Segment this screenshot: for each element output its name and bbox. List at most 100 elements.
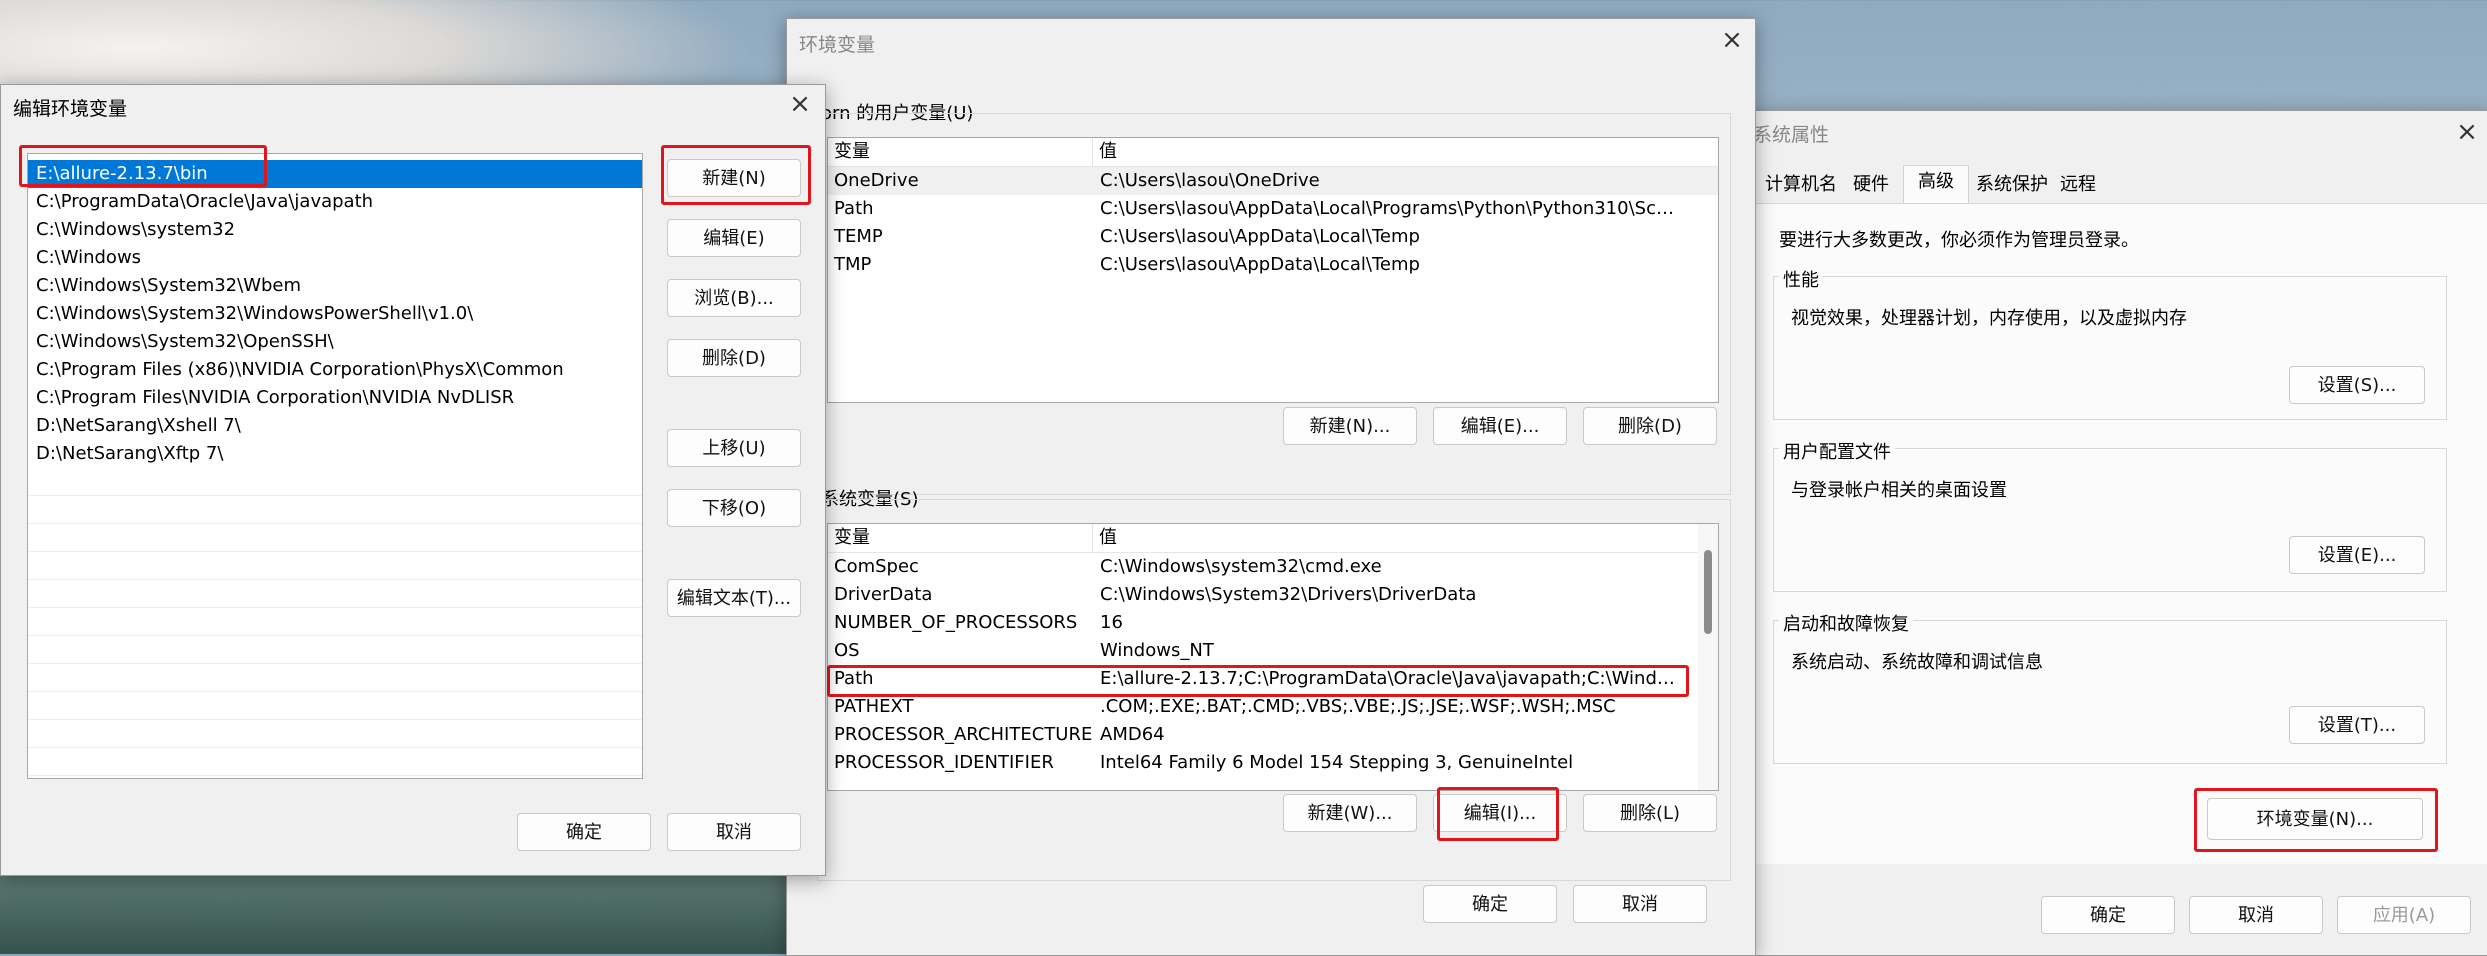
dialog-title: 环境变量 bbox=[799, 34, 876, 56]
variable-value: C:\Users\lasou\AppData\Local\Temp bbox=[1100, 254, 1420, 275]
table-row[interactable]: NUMBER_OF_PROCESSORS 16 bbox=[828, 609, 1718, 637]
system-new-button[interactable]: 新建(W)... bbox=[1283, 794, 1417, 832]
delete-button[interactable]: 删除(D) bbox=[667, 339, 801, 377]
user-profiles-desc: 与登录帐户相关的桌面设置 bbox=[1791, 480, 2007, 501]
ok-button[interactable]: 确定 bbox=[2041, 896, 2175, 934]
variable-value: AMD64 bbox=[1100, 724, 1165, 745]
list-item[interactable]: D:\NetSarang\Xshell 7\ bbox=[28, 412, 642, 440]
user-profiles-settings-button[interactable]: 设置(E)... bbox=[2289, 536, 2425, 574]
list-item[interactable]: D:\NetSarang\Xftp 7\ bbox=[28, 440, 642, 468]
column-header-variable[interactable]: 变量 bbox=[834, 138, 870, 166]
variable-name: PROCESSOR_IDENTIFIER bbox=[834, 752, 1054, 773]
dialog-title: 编辑环境变量 bbox=[13, 98, 128, 120]
variable-name: Path bbox=[834, 198, 874, 219]
table-row[interactable]: OS Windows_NT bbox=[828, 637, 1718, 665]
cancel-button[interactable]: 取消 bbox=[1573, 885, 1707, 923]
ok-button[interactable]: 确定 bbox=[1423, 885, 1557, 923]
browse-button[interactable]: 浏览(B)... bbox=[667, 279, 801, 317]
startup-recovery-settings-button[interactable]: 设置(T)... bbox=[2289, 706, 2425, 744]
startup-recovery-label: 启动和故障恢复 bbox=[1779, 610, 1913, 636]
performance-label: 性能 bbox=[1779, 266, 1823, 292]
title-bar: 环境变量 × bbox=[787, 19, 1755, 63]
table-row[interactable]: DriverData C:\Windows\System32\Drivers\D… bbox=[828, 581, 1718, 609]
table-row[interactable]: ComSpec C:\Windows\system32\cmd.exe bbox=[828, 553, 1718, 581]
variable-value: Windows_NT bbox=[1100, 640, 1214, 661]
edit-environment-variable-dialog: 编辑环境变量 × E:\allure-2.13.7\bin C:\Program… bbox=[0, 84, 826, 876]
column-header-value[interactable]: 值 bbox=[1092, 138, 1679, 166]
list-item[interactable]: C:\Windows\System32\OpenSSH\ bbox=[28, 328, 642, 356]
edit-text-button[interactable]: 编辑文本(T)... bbox=[667, 579, 801, 617]
table-row[interactable]: PROCESSOR_ARCHITECTURE AMD64 bbox=[828, 721, 1718, 749]
table-row[interactable]: OneDrive C:\Users\lasou\OneDrive bbox=[828, 167, 1718, 195]
variable-name: TMP bbox=[834, 254, 872, 275]
list-item[interactable]: C:\Program Files (x86)\NVIDIA Corporatio… bbox=[28, 356, 642, 384]
system-edit-highlight bbox=[1437, 787, 1559, 841]
environment-variables-dialog: 环境变量 × orn 的用户变量(U) 变量 值 OneDrive C:\Use… bbox=[786, 18, 1756, 956]
tab-computer-name[interactable]: 计算机名 bbox=[1761, 169, 1841, 201]
variable-name: DriverData bbox=[834, 584, 933, 605]
ok-button[interactable]: 确定 bbox=[517, 813, 651, 851]
startup-recovery-desc: 系统启动、系统故障和调试信息 bbox=[1791, 652, 2043, 673]
tab-hardware[interactable]: 硬件 bbox=[1845, 169, 1897, 201]
list-item[interactable]: C:\Windows\system32 bbox=[28, 216, 642, 244]
table-row[interactable]: TEMP C:\Users\lasou\AppData\Local\Temp bbox=[828, 223, 1718, 251]
table-row[interactable]: PROCESSOR_IDENTIFIER Intel64 Family 6 Mo… bbox=[828, 749, 1718, 777]
new-button-highlight bbox=[661, 145, 811, 205]
path-row-highlight bbox=[827, 665, 1689, 697]
scrollbar-thumb[interactable] bbox=[1704, 550, 1712, 634]
vertical-scrollbar[interactable] bbox=[1698, 524, 1718, 790]
user-delete-button[interactable]: 删除(D) bbox=[1583, 407, 1717, 445]
title-bar: 编辑环境变量 × bbox=[1, 85, 825, 137]
list-item[interactable]: C:\Windows\System32\Wbem bbox=[28, 272, 642, 300]
variable-name: ComSpec bbox=[834, 556, 919, 577]
user-new-button[interactable]: 新建(N)... bbox=[1283, 407, 1417, 445]
cancel-button[interactable]: 取消 bbox=[2189, 896, 2323, 934]
close-icon[interactable]: × bbox=[785, 89, 815, 119]
table-row[interactable]: PATHEXT .COM;.EXE;.BAT;.CMD;.VBS;.VBE;.J… bbox=[828, 693, 1718, 721]
column-header-variable[interactable]: 变量 bbox=[834, 524, 870, 552]
variable-name: NUMBER_OF_PROCESSORS bbox=[834, 612, 1078, 633]
user-list-header: 变量 值 bbox=[828, 138, 1718, 167]
table-row[interactable]: TMP C:\Users\lasou\AppData\Local\Temp bbox=[828, 251, 1718, 279]
user-variables-list[interactable]: 变量 值 OneDrive C:\Users\lasou\OneDrive Pa… bbox=[827, 137, 1719, 403]
variable-value: C:\Users\lasou\AppData\Local\Programs\Py… bbox=[1100, 198, 1680, 219]
performance-settings-button[interactable]: 设置(S)... bbox=[2289, 366, 2425, 404]
env-button-highlight bbox=[2194, 788, 2438, 852]
system-variables-list[interactable]: 变量 值 ComSpec C:\Windows\system32\cmd.exe… bbox=[827, 523, 1719, 791]
variable-value: .COM;.EXE;.BAT;.CMD;.VBS;.VBE;.JS;.JSE;.… bbox=[1100, 696, 1616, 717]
list-item[interactable]: C:\Windows\System32\WindowsPowerShell\v1… bbox=[28, 300, 642, 328]
close-icon[interactable]: × bbox=[2452, 117, 2482, 147]
variable-name: TEMP bbox=[834, 226, 883, 247]
column-header-value[interactable]: 值 bbox=[1092, 524, 1679, 552]
list-item[interactable]: C:\Windows bbox=[28, 244, 642, 272]
empty-list-area bbox=[28, 468, 642, 778]
table-row[interactable]: Path C:\Users\lasou\AppData\Local\Progra… bbox=[828, 195, 1718, 223]
system-properties-dialog: 系统属性 × 计算机名 硬件 高级 系统保护 远程 要进行大多数更改，你必须作为… bbox=[1748, 110, 2487, 956]
list-item[interactable]: C:\Program Files\NVIDIA Corporation\NVID… bbox=[28, 384, 642, 412]
cancel-button[interactable]: 取消 bbox=[667, 813, 801, 851]
title-bar: 系统属性 × bbox=[1749, 111, 2487, 155]
move-up-button[interactable]: 上移(U) bbox=[667, 429, 801, 467]
variable-name: OneDrive bbox=[834, 170, 919, 191]
variable-name: OS bbox=[834, 640, 860, 661]
close-icon[interactable]: × bbox=[1717, 25, 1747, 55]
tab-system-protection[interactable]: 系统保护 bbox=[1971, 169, 2053, 201]
system-delete-button[interactable]: 删除(L) bbox=[1583, 794, 1717, 832]
path-entries-list[interactable]: E:\allure-2.13.7\bin C:\ProgramData\Orac… bbox=[27, 153, 643, 779]
move-down-button[interactable]: 下移(O) bbox=[667, 489, 801, 527]
apply-button[interactable]: 应用(A) bbox=[2337, 896, 2471, 934]
variable-name: PROCESSOR_ARCHITECTURE bbox=[834, 724, 1093, 745]
variable-value: Intel64 Family 6 Model 154 Stepping 3, G… bbox=[1100, 752, 1574, 773]
list-item[interactable]: C:\ProgramData\Oracle\Java\javapath bbox=[28, 188, 642, 216]
new-entry-highlight bbox=[19, 145, 267, 187]
tab-remote[interactable]: 远程 bbox=[2055, 169, 2101, 201]
dialog-title: 系统属性 bbox=[1753, 124, 1830, 146]
variable-value: 16 bbox=[1100, 612, 1123, 633]
user-profiles-label: 用户配置文件 bbox=[1779, 438, 1895, 464]
tab-advanced[interactable]: 高级 bbox=[1903, 165, 1969, 204]
tab-panel: 要进行大多数更改，你必须作为管理员登录。 性能 视觉效果，处理器计划，内存使用，… bbox=[1749, 203, 2487, 864]
user-edit-button[interactable]: 编辑(E)... bbox=[1433, 407, 1567, 445]
edit-button[interactable]: 编辑(E) bbox=[667, 219, 801, 257]
variable-value: C:\Users\lasou\AppData\Local\Temp bbox=[1100, 226, 1420, 247]
variable-value: C:\Windows\system32\cmd.exe bbox=[1100, 556, 1382, 577]
